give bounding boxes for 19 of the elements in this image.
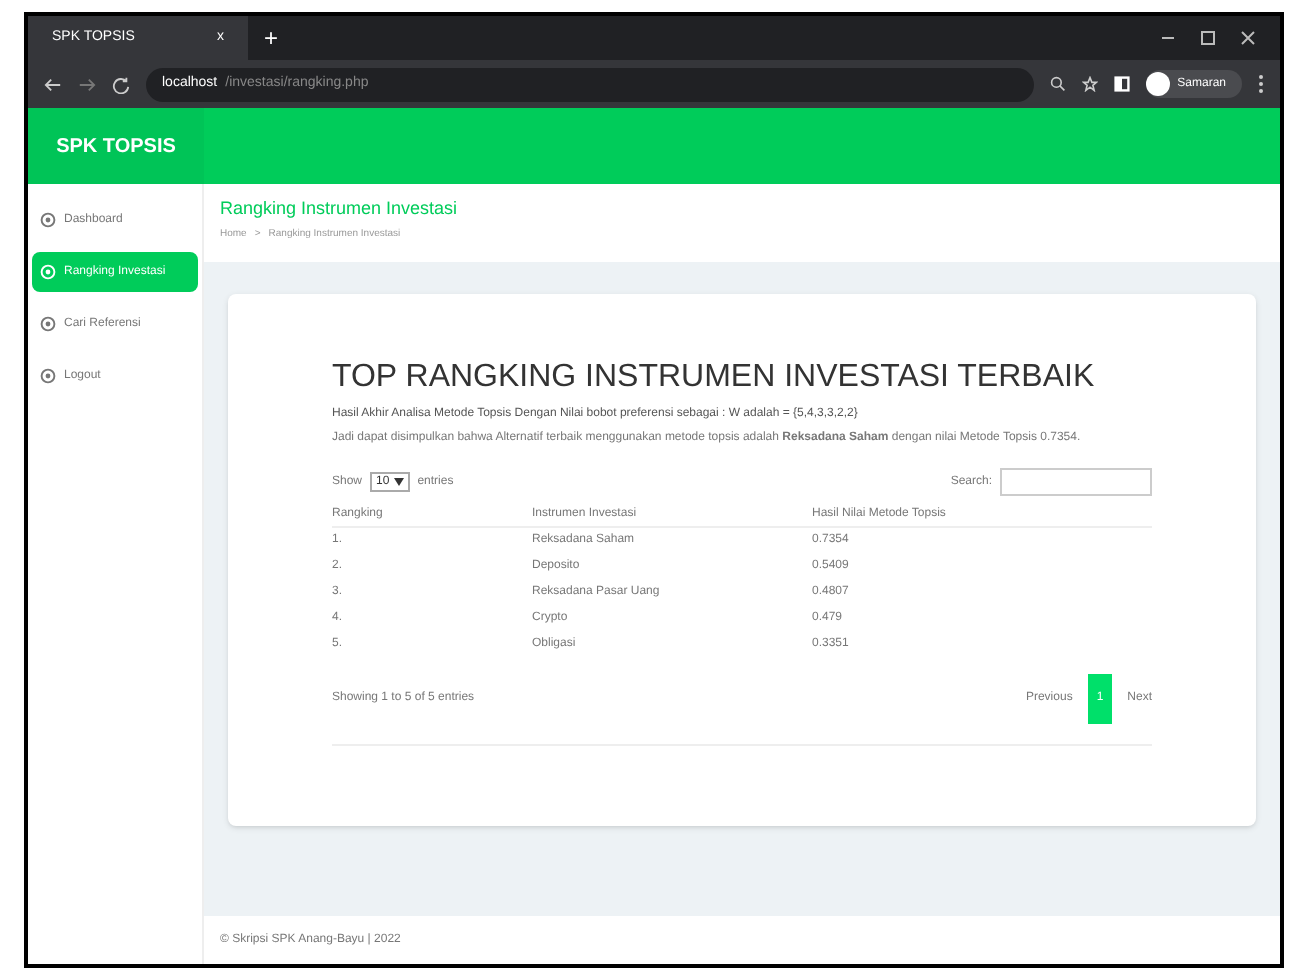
menu-item-icon [40,368,56,384]
caret-icon [393,478,404,486]
new-tab-button[interactable]: + [264,20,279,56]
forward-icon[interactable] [78,75,96,93]
avatar-icon [1145,72,1170,96]
star-icon[interactable] [1081,76,1098,92]
sidebar-toggle-icon[interactable] [1113,76,1130,92]
close-icon[interactable] [1240,30,1256,46]
reload-icon[interactable] [112,75,130,93]
card-heading: TOP RANGKING INSTRUMEN INVESTASI TERBAIK [332,358,1097,398]
zoom-icon[interactable] [1049,76,1066,92]
page-title: Rangking Instrumen Investasi [220,196,460,222]
search-field[interactable] [1000,468,1152,496]
menu-item-icon [40,212,56,228]
maximize-icon[interactable] [1200,30,1216,46]
menu-icon[interactable] [1258,74,1264,94]
menu-item-icon [40,264,56,280]
back-icon[interactable] [44,75,62,93]
menu-item-icon [40,316,56,332]
